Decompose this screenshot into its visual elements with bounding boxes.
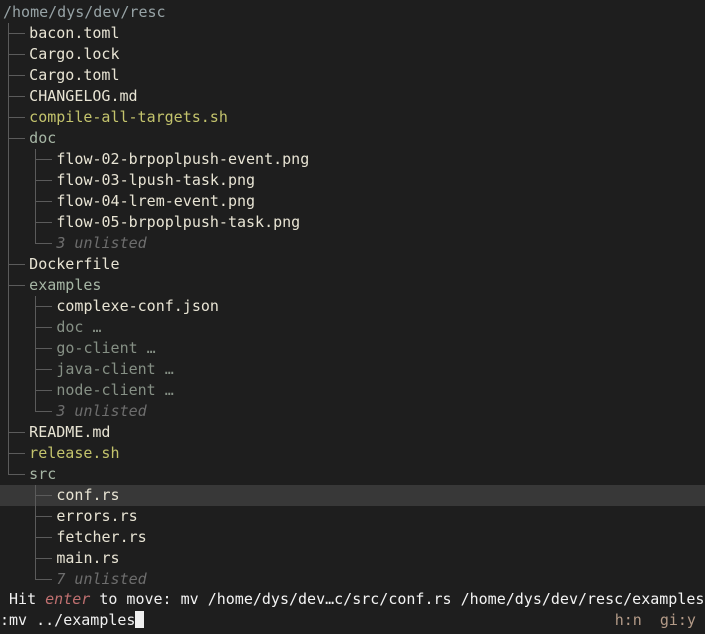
tree-item-name[interactable]: bacon.toml [29, 23, 119, 44]
tree-row[interactable]: flow-05-brpoplpush-task.png [0, 212, 705, 233]
tree-guide-line [8, 296, 9, 317]
tree-row[interactable]: Cargo.lock [0, 44, 705, 65]
tree-item-name[interactable]: doc … [56, 317, 101, 338]
move-command: mv /home/dys/dev…c/src/conf.rs /home/dys… [180, 590, 705, 608]
tree-row[interactable]: flow-04-lrem-event.png [0, 191, 705, 212]
text-cursor [135, 611, 145, 628]
gitignore-flag: gi:y [659, 611, 696, 629]
tree-row[interactable]: conf.rs [0, 485, 705, 506]
command-input[interactable]: :mv ../examples h:n gi:y [0, 610, 705, 631]
tree-row[interactable]: 3 unlisted [0, 401, 705, 422]
tree-dir-row[interactable]: src [0, 464, 705, 485]
status-bar: Hit enter to move: mv /home/dys/dev…c/sr… [0, 589, 705, 610]
tree-row[interactable]: Cargo.toml [0, 65, 705, 86]
tree-item-name[interactable]: fetcher.rs [56, 527, 146, 548]
tree-row[interactable]: main.rs [0, 548, 705, 569]
hidden-flag: h:n [614, 611, 642, 629]
tree-item-name[interactable]: complexe-conf.json [56, 296, 219, 317]
tree-row[interactable]: release.sh [0, 443, 705, 464]
tree-row[interactable]: complexe-conf.json [0, 296, 705, 317]
tree-dir-row[interactable]: doc [0, 128, 705, 149]
tree-item-name[interactable]: src [29, 464, 56, 485]
tree-item-name[interactable]: node-client … [56, 380, 173, 401]
tree-item-name[interactable]: README.md [29, 422, 110, 443]
tree-item-name[interactable]: flow-02-brpoplpush-event.png [56, 149, 309, 170]
tree-item-name[interactable]: compile-all-targets.sh [29, 107, 228, 128]
tree-guide-line [8, 233, 9, 254]
tree-item-name[interactable]: flow-03-lpush-task.png [56, 170, 255, 191]
tree-row[interactable]: README.md [0, 422, 705, 443]
enter-key-hint: enter [45, 590, 91, 608]
tree-item-name[interactable]: flow-05-brpoplpush-task.png [56, 212, 300, 233]
tree-item-name[interactable]: Cargo.lock [29, 44, 119, 65]
tree-item-name[interactable]: java-client … [56, 359, 173, 380]
status-hit: Hit [0, 590, 46, 608]
tree-item-name[interactable]: CHANGELOG.md [29, 86, 137, 107]
tree-item-name[interactable]: flow-04-lrem-event.png [56, 191, 255, 212]
tree-row[interactable]: 7 unlisted [0, 569, 705, 590]
tree-item-name[interactable]: examples [29, 275, 101, 296]
tree-item-name[interactable]: release.sh [29, 443, 119, 464]
tree-row[interactable]: flow-03-lpush-task.png [0, 170, 705, 191]
tree-guide-line [8, 191, 9, 212]
tree-dir-row[interactable]: examples [0, 275, 705, 296]
tree-item-name[interactable]: conf.rs [56, 485, 119, 506]
tree-guide-line [8, 170, 9, 191]
tree-row[interactable]: errors.rs [0, 506, 705, 527]
tree-row[interactable]: 3 unlisted [0, 233, 705, 254]
tree-guide-line [8, 401, 9, 422]
flags-area: h:n gi:y [615, 610, 705, 631]
tree-guide-line [8, 149, 9, 170]
root-path: /home/dys/dev/resc [3, 3, 166, 21]
tree-item-name[interactable]: main.rs [56, 548, 119, 569]
command-input-text[interactable]: :mv ../examples [0, 611, 135, 629]
tree-row[interactable]: go-client … [0, 338, 705, 359]
tree-guide-line [8, 212, 9, 233]
tree-item-name[interactable]: go-client … [56, 338, 155, 359]
tree-row[interactable]: fetcher.rs [0, 527, 705, 548]
tree-item-name[interactable]: doc [29, 128, 56, 149]
tree-item-name[interactable]: errors.rs [56, 506, 137, 527]
tree-row[interactable]: java-client … [0, 359, 705, 380]
tree-row[interactable]: Dockerfile [0, 254, 705, 275]
tree-item-name[interactable]: 3 unlisted [56, 401, 146, 422]
tree-guide-line [8, 338, 9, 359]
tree-row[interactable]: compile-all-targets.sh [0, 107, 705, 128]
tree-row[interactable]: node-client … [0, 380, 705, 401]
tree-item-name[interactable]: 7 unlisted [56, 569, 146, 590]
tree-guide-line [8, 380, 9, 401]
status-to-move: to move: [90, 590, 181, 608]
tree-item-name[interactable]: Cargo.toml [29, 65, 119, 86]
tree-item-name[interactable]: Dockerfile [29, 254, 119, 275]
tree-row[interactable]: CHANGELOG.md [0, 86, 705, 107]
tree-row[interactable]: doc … [0, 317, 705, 338]
tree-row[interactable]: bacon.toml [0, 23, 705, 44]
tree-row[interactable]: flow-02-brpoplpush-event.png [0, 149, 705, 170]
tree-guide-line [8, 359, 9, 380]
file-tree: bacon.toml Cargo.lock Cargo.toml CHANGELOG.… [0, 23, 705, 590]
tree-guide-line [8, 317, 9, 338]
tree-item-name[interactable]: 3 unlisted [56, 233, 146, 254]
